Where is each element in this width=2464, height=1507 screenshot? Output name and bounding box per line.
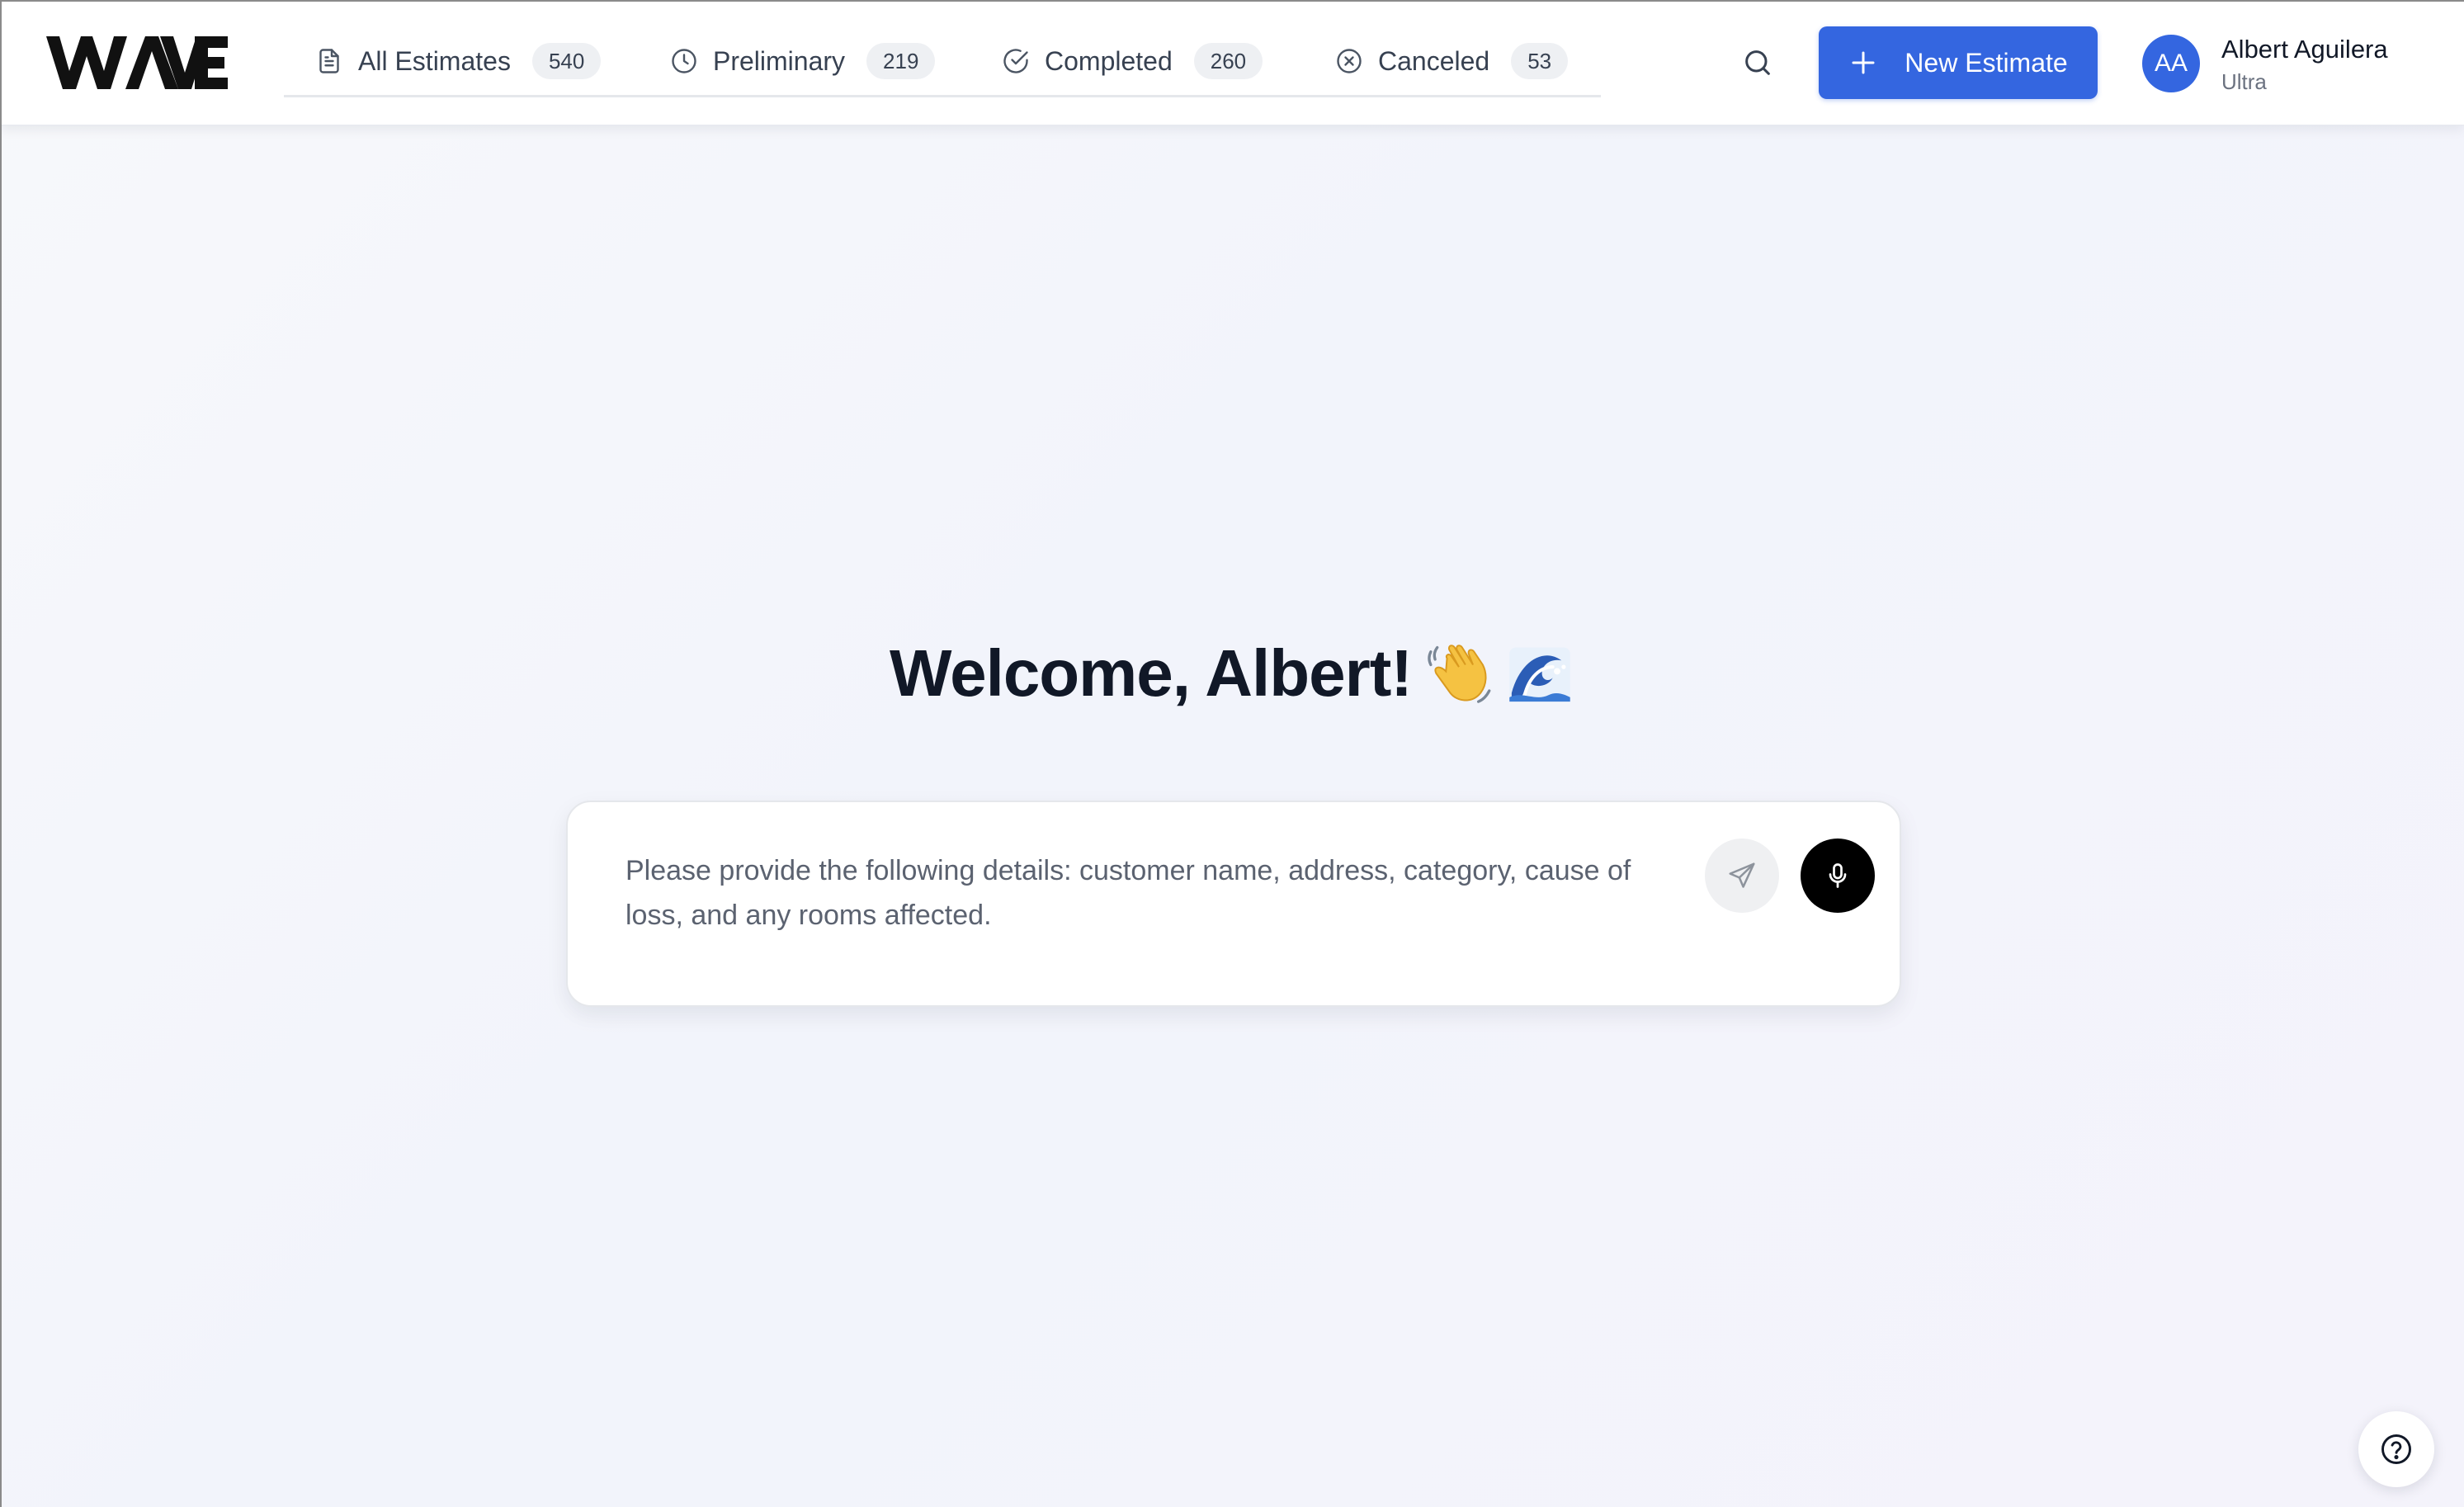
microphone-icon (1829, 863, 1847, 888)
clock-icon (668, 45, 700, 77)
prompt-input[interactable] (625, 848, 1690, 956)
tab-canceled[interactable]: Canceled 53 (1333, 30, 1569, 92)
user-plan: Ultra (2221, 69, 2267, 94)
wave-logo[interactable] (45, 33, 228, 92)
tab-label: All Estimates (358, 45, 511, 76)
waving-hand-emoji-icon (1424, 639, 1494, 708)
tab-label: Completed (1045, 45, 1173, 76)
x-circle-icon (1333, 45, 1365, 77)
prompt-card (566, 801, 1901, 1007)
microphone-button[interactable] (1801, 839, 1875, 913)
tab-count-badge: 540 (531, 43, 602, 79)
send-button[interactable] (1705, 839, 1779, 913)
water-wave-emoji-icon (1505, 639, 1574, 708)
send-icon (1729, 862, 1755, 888)
tab-count-badge: 219 (866, 43, 936, 79)
avatar[interactable]: AA (2142, 35, 2200, 92)
plus-icon (1848, 48, 1878, 78)
wave-logo-mark (46, 36, 228, 89)
check-circle-icon (1000, 45, 1031, 77)
help-icon (2381, 1434, 2411, 1464)
tab-label: Canceled (1378, 45, 1490, 76)
top-header: All Estimates 540 Preliminary 219 Comple… (0, 0, 2464, 125)
new-estimate-button[interactable]: New Estimate (1819, 26, 2098, 99)
tab-count-badge: 260 (1193, 43, 1263, 79)
estimate-tabs: All Estimates 540 Preliminary 219 Comple… (284, 30, 1601, 97)
help-button[interactable] (2358, 1411, 2434, 1487)
welcome-section: Welcome, Albert! (0, 635, 2464, 711)
welcome-heading: Welcome, Albert! (890, 636, 1413, 710)
tab-all-estimates[interactable]: All Estimates 540 (314, 30, 602, 92)
search-button[interactable] (1738, 43, 1777, 83)
tab-count-badge: 53 (1511, 43, 1569, 79)
tab-completed[interactable]: Completed 260 (1000, 30, 1263, 92)
document-icon (314, 45, 345, 77)
search-icon (1745, 50, 1770, 75)
user-name[interactable]: Albert Aguilera (2221, 35, 2388, 64)
tab-preliminary[interactable]: Preliminary 219 (668, 30, 936, 92)
window-frame (0, 0, 2464, 1507)
new-estimate-label: New Estimate (1905, 47, 2068, 78)
tab-label: Preliminary (713, 45, 846, 76)
